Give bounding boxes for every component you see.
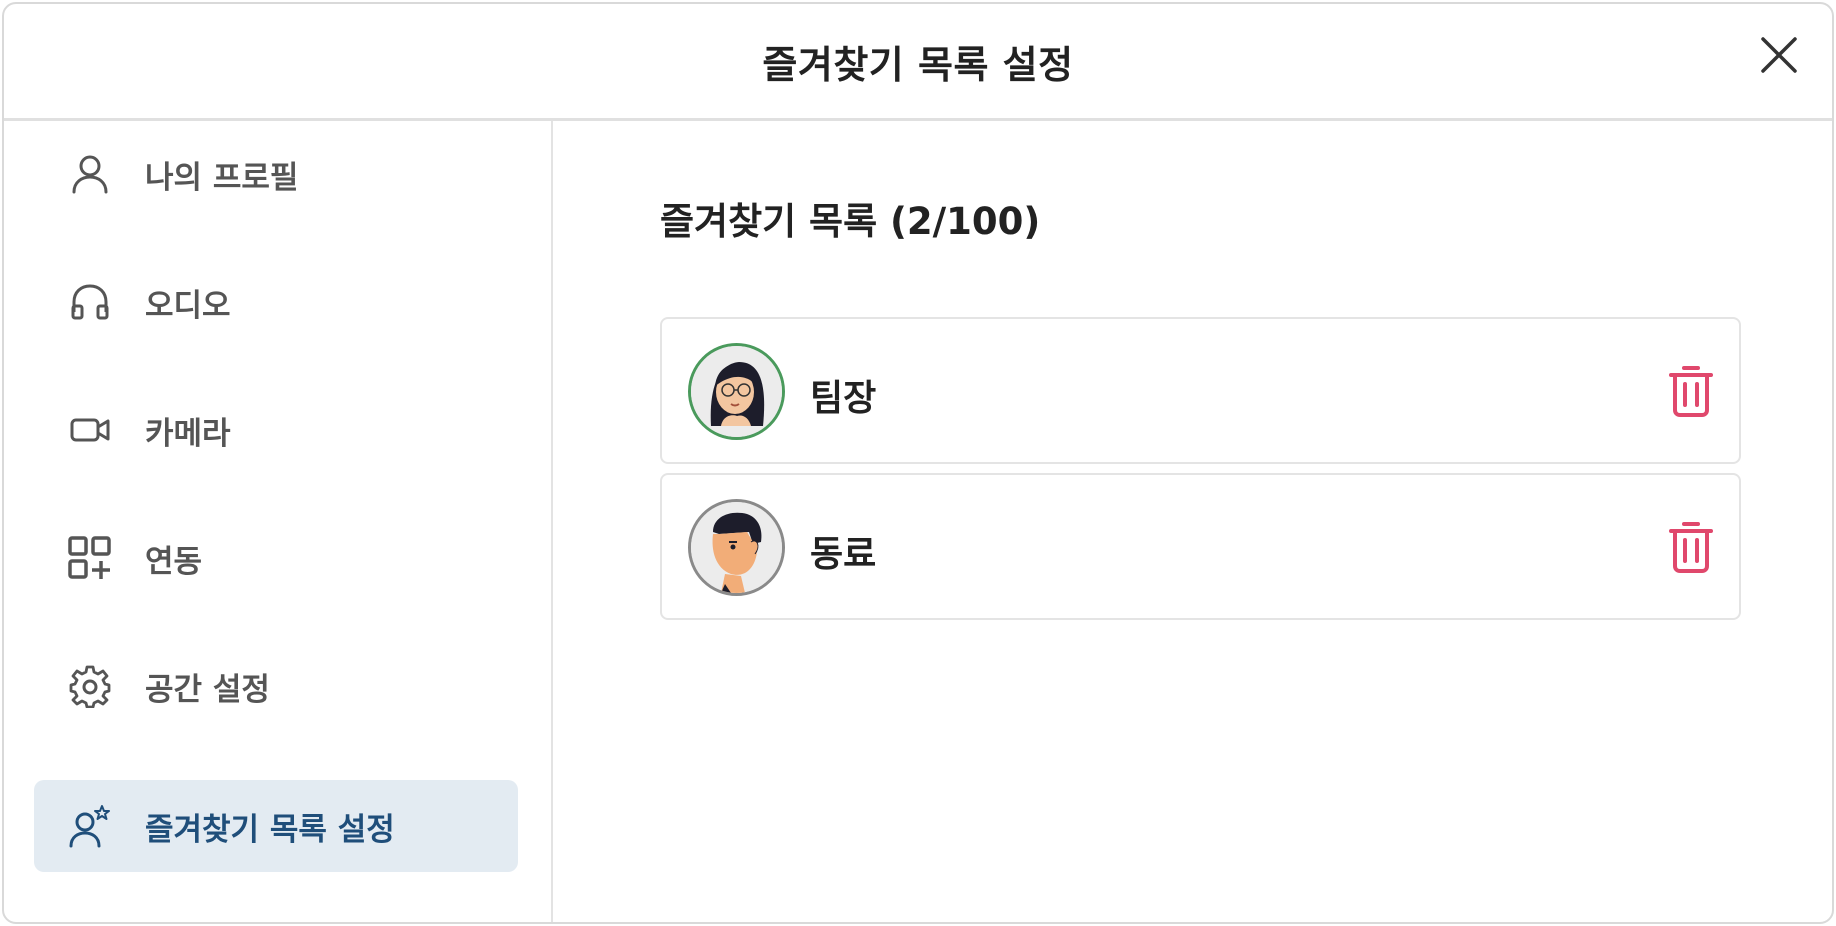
sidebar-item-label: 나의 프로필 (145, 159, 299, 196)
gear-icon (69, 665, 111, 708)
trash-icon (1669, 366, 1713, 417)
dialog-title: 즐겨찾기 목록 설정 (762, 42, 1074, 87)
favorite-name: 팀장 (810, 378, 877, 419)
person-star-icon (69, 805, 110, 848)
favorites-count-title: 즐겨찾기 목록 (2/100) (660, 200, 1041, 243)
woman-avatar-icon (691, 346, 782, 437)
favorite-name: 동료 (810, 534, 877, 575)
favorites-panel: 즐겨찾기 목록 (2/100) 팀장 동료 (555, 121, 1832, 922)
trash-icon (1669, 522, 1713, 573)
person-icon (72, 155, 108, 194)
sidebar-item-label: 오디오 (145, 287, 231, 324)
close-button[interactable] (1756, 32, 1802, 78)
avatar (688, 499, 785, 596)
sidebar-item-space-settings[interactable]: 공간 설정 (34, 640, 518, 732)
delete-favorite-button[interactable] (1667, 520, 1715, 574)
delete-favorite-button[interactable] (1667, 364, 1715, 418)
sidebar-item-label: 공간 설정 (145, 671, 270, 708)
sidebar-item-audio[interactable]: 오디오 (34, 256, 518, 348)
favorite-row: 동료 (660, 473, 1741, 620)
apps-add-icon (68, 536, 111, 579)
sidebar-item-integration[interactable]: 연동 (34, 512, 518, 604)
sidebar-item-label: 카메라 (145, 415, 231, 452)
camera-icon (70, 418, 110, 442)
sidebar-item-label: 즐겨찾기 목록 설정 (145, 811, 395, 848)
avatar (688, 343, 785, 440)
sidebar-item-camera[interactable]: 카메라 (34, 384, 518, 476)
man-avatar-icon (691, 502, 782, 593)
settings-sidebar: 나의 프로필 오디오 카메라 연동 공간 설정 즐겨찾기 목록 설정 (4, 121, 553, 922)
headphones-icon (71, 284, 109, 320)
favorite-row: 팀장 (660, 317, 1741, 464)
sidebar-item-profile[interactable]: 나의 프로필 (34, 128, 518, 220)
sidebar-item-favorites[interactable]: 즐겨찾기 목록 설정 (34, 780, 518, 872)
sidebar-item-label: 연동 (145, 543, 203, 580)
close-icon (1761, 37, 1797, 73)
favorites-settings-dialog: 즐겨찾기 목록 설정 나의 프로필 오디오 카메라 연동 공간 설정 즐겨찾기 … (2, 2, 1834, 924)
dialog-header: 즐겨찾기 목록 설정 (4, 4, 1832, 121)
